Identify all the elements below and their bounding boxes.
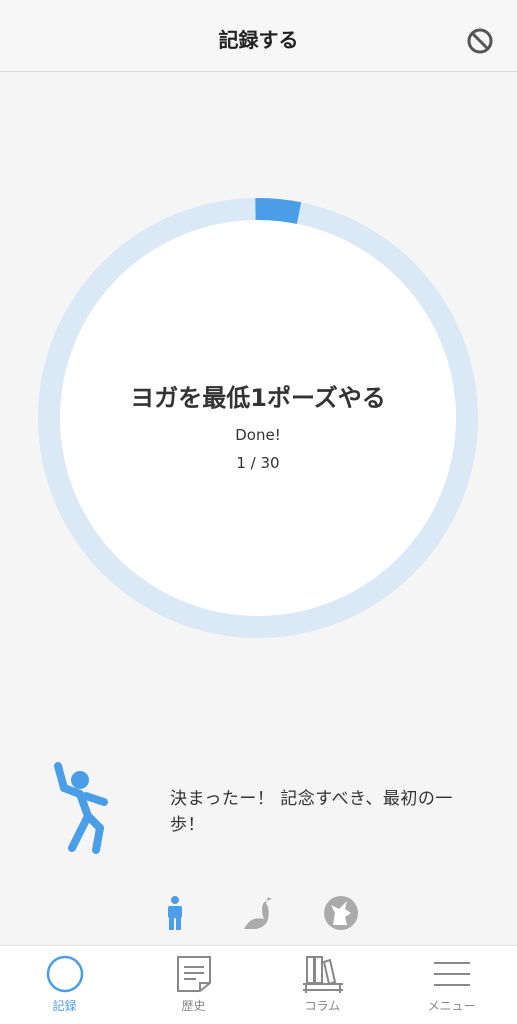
document-icon xyxy=(176,956,211,992)
tab-column[interactable]: コラム xyxy=(258,946,387,1024)
bird-icon xyxy=(244,897,272,929)
progress-ring: ヨガを最低1ポーズやる Done! 1 / 30 xyxy=(38,198,478,638)
wolf-icon xyxy=(324,896,358,930)
human-figure-icon xyxy=(168,896,182,930)
tab-label: 歴史 xyxy=(181,999,206,1013)
page-title: 記録する xyxy=(218,28,299,52)
progress-ring-center xyxy=(60,220,456,616)
status-text: Done! xyxy=(235,426,281,444)
tab-history[interactable]: 歴史 xyxy=(129,946,258,1024)
tab-menu[interactable]: メニュー xyxy=(387,946,516,1024)
tab-label: コラム xyxy=(304,999,341,1013)
prohibit-icon xyxy=(467,28,493,54)
stage-selector xyxy=(0,890,517,936)
milestone-message: 決まったー！ 記念すべき、最初の一歩！ xyxy=(170,789,453,835)
stage-bird[interactable] xyxy=(235,890,281,936)
stage-human[interactable] xyxy=(152,890,198,936)
tab-label: メニュー xyxy=(427,999,476,1013)
tab-label: 記録 xyxy=(52,999,77,1013)
menu-icon xyxy=(433,962,470,986)
progress-ring-graphic xyxy=(38,198,478,638)
header: 記録する xyxy=(0,0,517,72)
tab-record[interactable]: 記録 xyxy=(0,946,129,1024)
progress-count: 1 / 30 xyxy=(236,454,280,472)
progress-ring-fill xyxy=(255,198,302,224)
celebrating-figure-icon xyxy=(50,758,112,858)
circle-icon xyxy=(46,955,83,993)
goal-title: ヨガを最低1ポーズやる xyxy=(130,384,386,412)
tab-bar: 記録 歴史 コラム メニュー xyxy=(0,945,517,1024)
stage-wolf[interactable] xyxy=(318,890,364,936)
prohibit-button[interactable] xyxy=(464,25,496,57)
bookshelf-icon xyxy=(302,956,343,993)
